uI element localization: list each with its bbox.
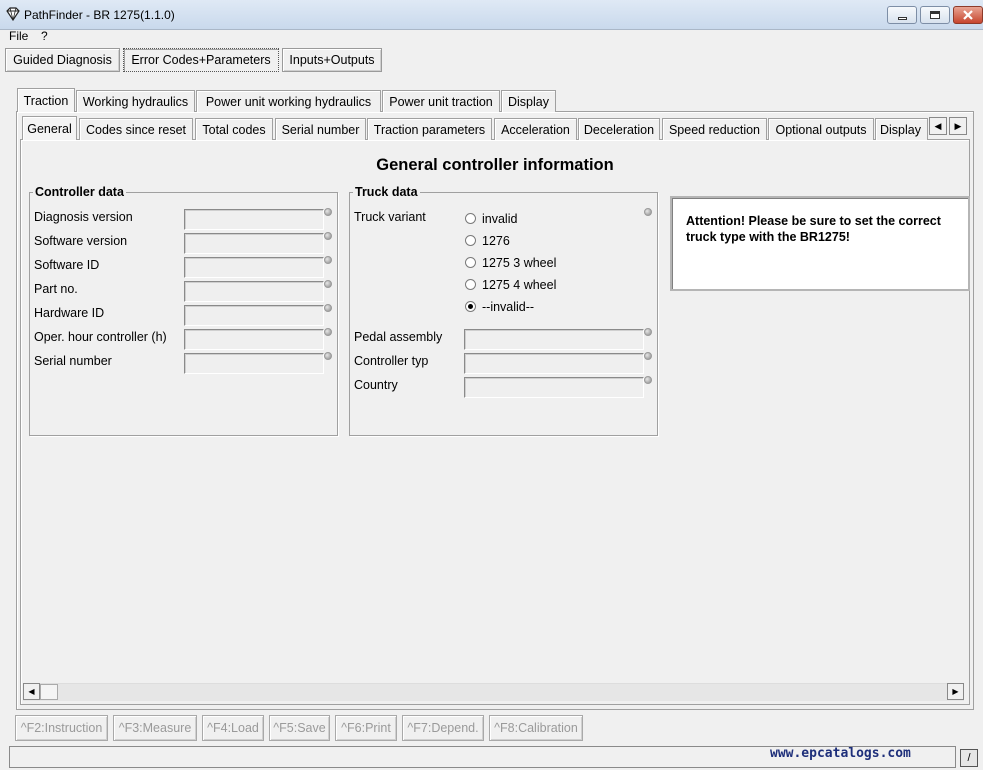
variant-invalid-radio[interactable] [465,213,476,224]
horizontal-scrollbar[interactable] [23,683,964,701]
status-led-icon [324,208,332,216]
status-led-icon [644,352,652,360]
error-codes-parameters-button[interactable]: Error Codes+Parameters [123,48,279,72]
arrow-left-icon: ◀ [934,120,942,131]
pedal-assembly-label: Pedal assembly [354,330,443,344]
controller-data-title: Controller data [35,185,124,199]
part-no-field [184,281,324,302]
menu-bar [0,30,983,44]
controller-typ-field [464,353,644,374]
radio-selected-dot-icon [468,304,473,309]
f8-calibration-button[interactable]: ^F8:Calibration [489,715,583,741]
software-version-field [184,233,324,254]
hardware-id-field [184,305,324,326]
subtab-display[interactable]: Display [875,118,928,140]
diagnosis-version-field [184,209,324,230]
f6-print-button[interactable]: ^F6:Print [335,715,397,741]
variant-1275-3-wheel-radio[interactable] [465,257,476,268]
attention-message: Attention! Please be sure to set the cor… [686,214,941,244]
subtab-deceleration[interactable]: Deceleration [578,118,660,140]
subtab-general[interactable]: General [22,116,77,140]
status-led-icon [324,328,332,336]
corner-button[interactable]: / [960,749,978,767]
menu-help[interactable]: ? [41,29,48,43]
truck-data-title: Truck data [355,185,418,199]
f3-measure-button[interactable]: ^F3:Measure [113,715,197,741]
tab-power-unit-traction[interactable]: Power unit traction [382,90,500,112]
status-led-icon [324,304,332,312]
f5-save-button[interactable]: ^F5:Save [269,715,330,741]
pedal-assembly-field [464,329,644,350]
hardware-id-label: Hardware ID [34,306,105,320]
status-led-icon [324,232,332,240]
inputs-outputs-button[interactable]: Inputs+Outputs [282,48,382,72]
status-led-icon [324,256,332,264]
status-led-icon [324,280,332,288]
software-id-field [184,257,324,278]
country-label: Country [354,378,398,392]
variant-1276-label: 1276 [482,234,510,248]
software-version-label: Software version [34,234,128,248]
tab-working-hydraulics[interactable]: Working hydraulics [76,90,195,112]
subtab-acceleration[interactable]: Acceleration [494,118,577,140]
arrow-right-icon: ▶ [952,687,959,696]
subtab-total-codes[interactable]: Total codes [195,118,273,140]
diamond-app-icon [6,7,20,21]
status-led-icon [644,328,652,336]
status-led-icon [644,376,652,384]
guided-diagnosis-button[interactable]: Guided Diagnosis [5,48,120,72]
arrow-right-icon: ▶ [954,120,962,131]
close-button[interactable] [953,6,983,24]
status-led-icon [644,208,652,216]
status-led-icon [324,352,332,360]
f2-instruction-button[interactable]: ^F2:Instruction [15,715,108,741]
scroll-right-button[interactable]: ▶ [947,683,964,700]
country-field [464,377,644,398]
variant-1275-4-wheel-radio[interactable] [465,279,476,290]
scrollbar-thumb[interactable] [40,684,58,700]
subtab-speed-reduction[interactable]: Speed reduction [662,118,767,140]
variant-1276-radio[interactable] [465,235,476,246]
tab-scroll-left-button[interactable]: ◀ [929,117,947,135]
serial-number-field [184,353,324,374]
arrow-left-icon: ◀ [28,687,35,696]
minimize-button[interactable] [887,6,917,24]
variant-invalid-selected-label: --invalid-- [482,300,535,314]
subtab-optional-outputs[interactable]: Optional outputs [768,118,874,140]
truck-variant-label: Truck variant [354,210,426,224]
software-id-label: Software ID [34,258,100,272]
window-title: PathFinder - BR 1275(1.1.0) [24,8,175,22]
maximize-button[interactable] [920,6,950,24]
maximize-icon [930,11,940,19]
controller-typ-label: Controller typ [354,354,429,368]
close-icon [963,10,973,20]
oper-hour-label: Oper. hour controller (h) [34,330,167,344]
variant-1275-4-wheel-label: 1275 4 wheel [482,278,557,292]
watermark-text: www.epcatalogs.com [770,746,911,761]
menu-file[interactable]: File [9,29,28,43]
tab-power-unit-working-hydraulics[interactable]: Power unit working hydraulics [196,90,381,112]
part-no-label: Part no. [34,282,78,296]
oper-hour-field [184,329,324,350]
subtab-serial-number[interactable]: Serial number [275,118,366,140]
subtab-codes-since-reset[interactable]: Codes since reset [79,118,193,140]
variant-1275-3-wheel-label: 1275 3 wheel [482,256,557,270]
variant-invalid-selected-radio[interactable] [465,301,476,312]
minimize-icon [897,16,907,20]
page-title: General controller information [376,156,614,174]
tab-scroll-right-button[interactable]: ▶ [949,117,967,135]
f4-load-button[interactable]: ^F4:Load [202,715,264,741]
diagnosis-version-label: Diagnosis version [34,210,133,224]
serial-number-label: Serial number [34,354,112,368]
f7-depend-button[interactable]: ^F7:Depend. [402,715,484,741]
scroll-left-button[interactable]: ◀ [23,683,40,700]
tab-display[interactable]: Display [501,90,556,112]
tab-traction[interactable]: Traction [17,88,75,112]
subtab-traction-parameters[interactable]: Traction parameters [367,118,492,140]
variant-invalid-label: invalid [482,212,518,226]
